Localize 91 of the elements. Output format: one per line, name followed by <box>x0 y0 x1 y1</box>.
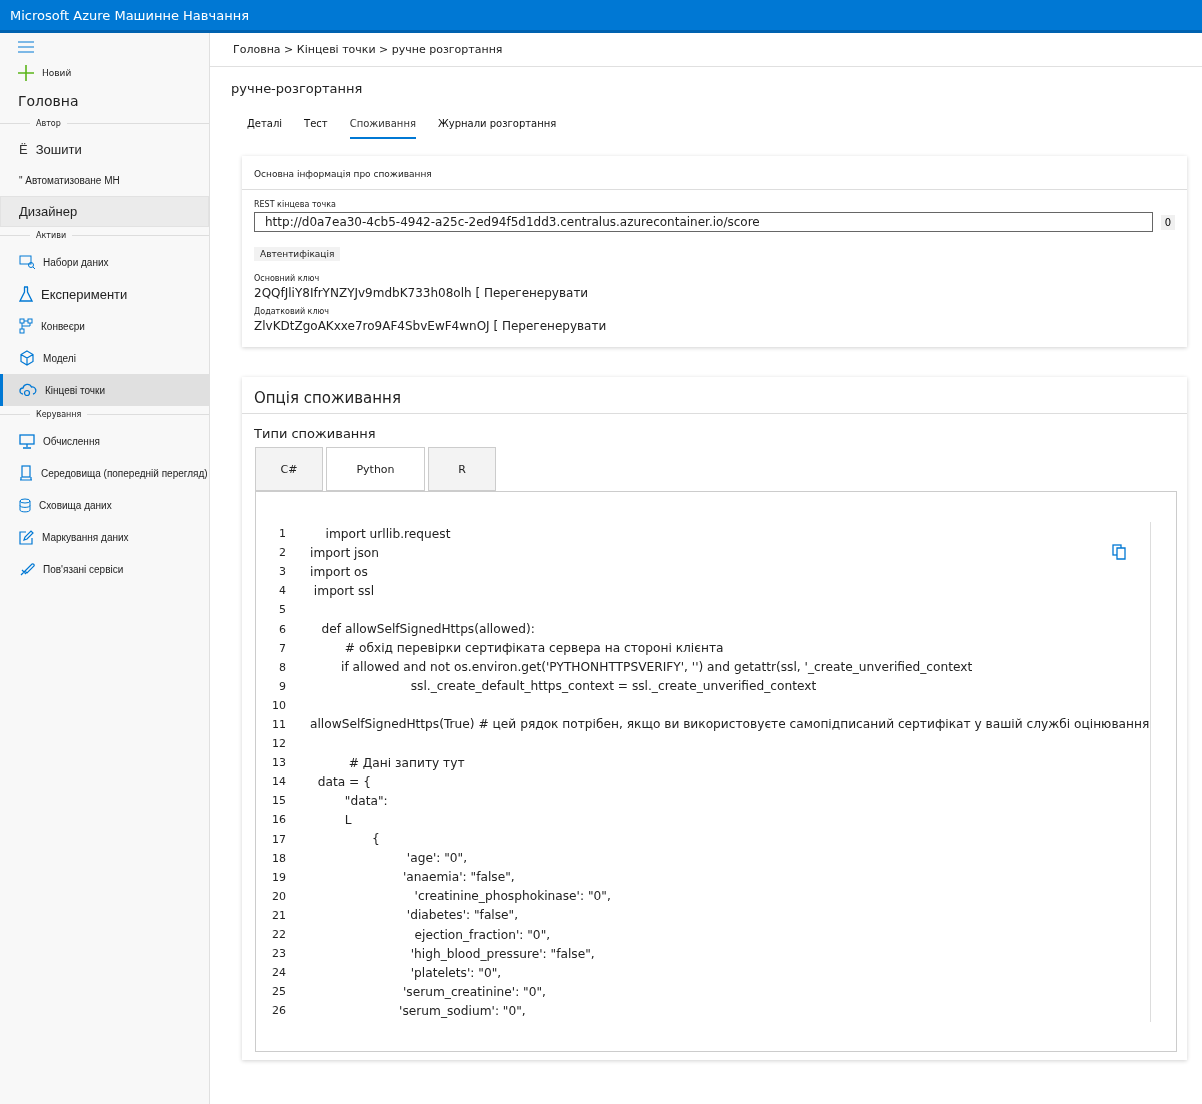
card-title: Опція споживання <box>254 389 401 407</box>
subsection-title: Типи споживання <box>254 426 376 441</box>
device-icon <box>19 465 33 481</box>
line-number: 17 <box>271 832 287 846</box>
code-line: allowSelfSignedHttps(True) # цей рядок потрібен, якщо ви використовуєте самопідписаний сертифікат у вашій службі оцінювання <box>310 717 1150 732</box>
page-title: ручне-розгортання <box>230 80 364 96</box>
code-line: ejection_fraction': "0", <box>413 927 551 942</box>
field-label: REST кінцева точка <box>254 200 337 209</box>
card-title: Основна інформація про споживання <box>254 169 432 179</box>
line-number: 20 <box>271 889 287 903</box>
section-title: Керування <box>35 410 83 419</box>
code-line: 'high_blood_pressure': "false", <box>409 946 595 961</box>
language-tab[interactable]: Python <box>326 447 425 491</box>
line-number: 24 <box>271 966 287 980</box>
home-link[interactable]: Головна <box>18 93 191 115</box>
line-number: 12 <box>271 737 287 751</box>
code-line: 'serum_creatinine': "0", <box>401 984 546 999</box>
line-number: 5 <box>278 603 287 617</box>
tab[interactable]: Журнали розгортання <box>437 114 557 139</box>
link-icon <box>19 561 35 577</box>
tab[interactable]: Споживання <box>349 114 416 139</box>
code-line: import urllib.request <box>324 526 451 541</box>
line-number: 11 <box>271 718 287 731</box>
line-number: 3 <box>278 565 287 579</box>
line-number: 25 <box>271 985 287 999</box>
code-line: # Дані запиту тут <box>347 755 465 770</box>
code-line: 'platelets': "0", <box>409 965 502 980</box>
code-line: L <box>343 812 352 827</box>
line-number: 14 <box>271 775 287 789</box>
line-number: 2 <box>278 546 287 560</box>
tab[interactable]: Деталі <box>247 114 283 139</box>
code-line: if allowed and not os.environ.get('PYTHONHTTPSVERIFY', '') and getattr(ssl, '_create_unverified_context <box>340 660 973 675</box>
sidebar-item[interactable]: Кінцеві точки <box>0 374 209 406</box>
copy-icon[interactable] <box>1112 544 1126 560</box>
line-number: 4 <box>278 584 287 598</box>
key-label: Основний ключ <box>254 274 321 283</box>
dataset-icon <box>19 255 35 269</box>
code-line: import os <box>310 564 368 579</box>
menu-icon[interactable] <box>18 41 34 53</box>
line-number: 23 <box>271 947 287 961</box>
code-line: def allowSelfSignedHttps(allowed): <box>320 622 535 636</box>
cloud-icon <box>19 383 37 397</box>
line-number: 9 <box>278 679 287 693</box>
notebook-glyph: Ё <box>19 142 28 157</box>
code-line: 'diabetes': "false", <box>405 908 519 923</box>
line-number: 6 <box>278 622 287 636</box>
code-line: import ssl <box>312 583 375 598</box>
plus-icon[interactable] <box>18 65 34 81</box>
copy-button[interactable]: 0 <box>1160 214 1175 230</box>
line-number: 10 <box>271 698 287 712</box>
line-number: 19 <box>271 870 287 884</box>
section-title: Активи <box>35 231 68 240</box>
code-line: 'anaemia': "false", <box>401 870 515 885</box>
line-number: 22 <box>271 928 287 941</box>
monitor-icon <box>19 433 35 449</box>
code-line: import json <box>310 545 380 560</box>
line-number: 18 <box>271 851 287 865</box>
pipeline-icon <box>19 318 33 334</box>
line-number: 26 <box>271 1004 287 1018</box>
key-value: 2QQfJliY8IfrYNZYJv9mdbK733h08olh [ Перегенерувати <box>254 286 590 300</box>
key-value: ZlvKDtZgoAKxxe7ro9AF4SbvEwF4wnOJ [ Перегенерувати <box>254 319 608 333</box>
tab[interactable]: Тест <box>304 114 328 139</box>
app-title: Microsoft Azure Машинне Навчання <box>10 7 249 23</box>
line-number: 1 <box>278 527 287 541</box>
language-tab[interactable]: R <box>428 447 496 491</box>
language-tab[interactable]: C# <box>255 447 323 491</box>
database-icon <box>19 497 31 513</box>
line-number: 15 <box>271 794 287 808</box>
sidebar-item[interactable]: Дизайнер <box>0 196 209 227</box>
code-line: 'age': "0", <box>405 851 468 866</box>
line-number: 7 <box>278 641 287 655</box>
line-number: 8 <box>278 660 287 674</box>
code-line: # обхід перевірки сертифіката сервера на стороні клієнта <box>343 641 724 656</box>
line-number: 16 <box>271 813 287 827</box>
code-line: "data": <box>343 793 388 808</box>
cube-icon <box>19 350 35 366</box>
edit-icon <box>19 529 34 545</box>
code-line: 'serum_sodium': "0", <box>398 1003 526 1018</box>
new-link[interactable]: Новий <box>42 68 72 78</box>
section-label: Автентифікація <box>254 247 341 261</box>
section-title: Автор <box>35 119 62 128</box>
code-line: 'creatinine_phosphokinase': "0", <box>413 889 611 904</box>
endpoint-field[interactable]: http://d0a7ea30-4cb5-4942-a25c-2ed94f5d1dd3.centralus.azurecontainer.io/score <box>254 212 1153 232</box>
flask-icon <box>19 286 33 302</box>
code-line: ssl._create_default_https_context = ssl._create_unverified_context <box>409 679 817 694</box>
breadcrumb: Головна > Кінцеві точки > ручне розгортання <box>210 33 1202 67</box>
code-line: data = { <box>316 774 371 789</box>
key-label: Додатковий ключ <box>254 307 331 316</box>
line-number: 21 <box>271 908 287 922</box>
code-line: { <box>371 832 380 847</box>
line-number: 13 <box>271 756 287 770</box>
